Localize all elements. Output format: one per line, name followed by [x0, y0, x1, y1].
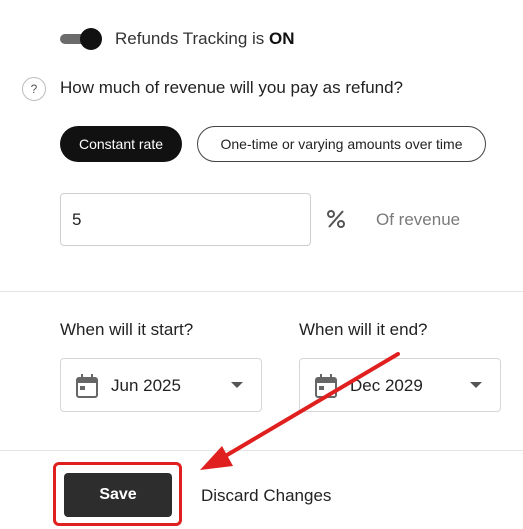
help-icon[interactable]: ? — [22, 77, 46, 101]
refund-question: How much of revenue will you pay as refu… — [60, 78, 404, 97]
save-button[interactable]: Save — [64, 473, 172, 517]
refunds-tracking-label: Refunds Tracking is ON — [115, 29, 295, 49]
calendar-icon — [76, 374, 98, 398]
chevron-down-icon — [470, 382, 482, 388]
refunds-tracking-toggle[interactable] — [60, 28, 102, 50]
rate-suffix-label: Of revenue — [376, 210, 461, 229]
start-date-label: When will it start? — [60, 320, 194, 339]
start-date-select[interactable]: Jun 2025 — [60, 358, 262, 412]
varying-amounts-button[interactable]: One-time or varying amounts over time — [197, 126, 486, 162]
toggle-label-prefix: Refunds Tracking is — [115, 29, 270, 48]
section-divider — [0, 291, 523, 292]
calendar-icon — [315, 374, 337, 398]
toggle-state: ON — [269, 29, 295, 48]
constant-rate-button[interactable]: Constant rate — [60, 126, 182, 162]
toggle-thumb — [80, 28, 102, 50]
end-date-select[interactable]: Dec 2029 — [299, 358, 501, 412]
start-date-value: Jun 2025 — [111, 376, 181, 395]
percent-icon — [327, 210, 345, 228]
refund-rate-input[interactable] — [60, 193, 311, 246]
end-date-value: Dec 2029 — [350, 376, 423, 395]
end-date-label: When will it end? — [299, 320, 428, 339]
discard-changes-button[interactable]: Discard Changes — [201, 486, 331, 506]
section-divider — [0, 450, 523, 451]
chevron-down-icon — [231, 382, 243, 388]
